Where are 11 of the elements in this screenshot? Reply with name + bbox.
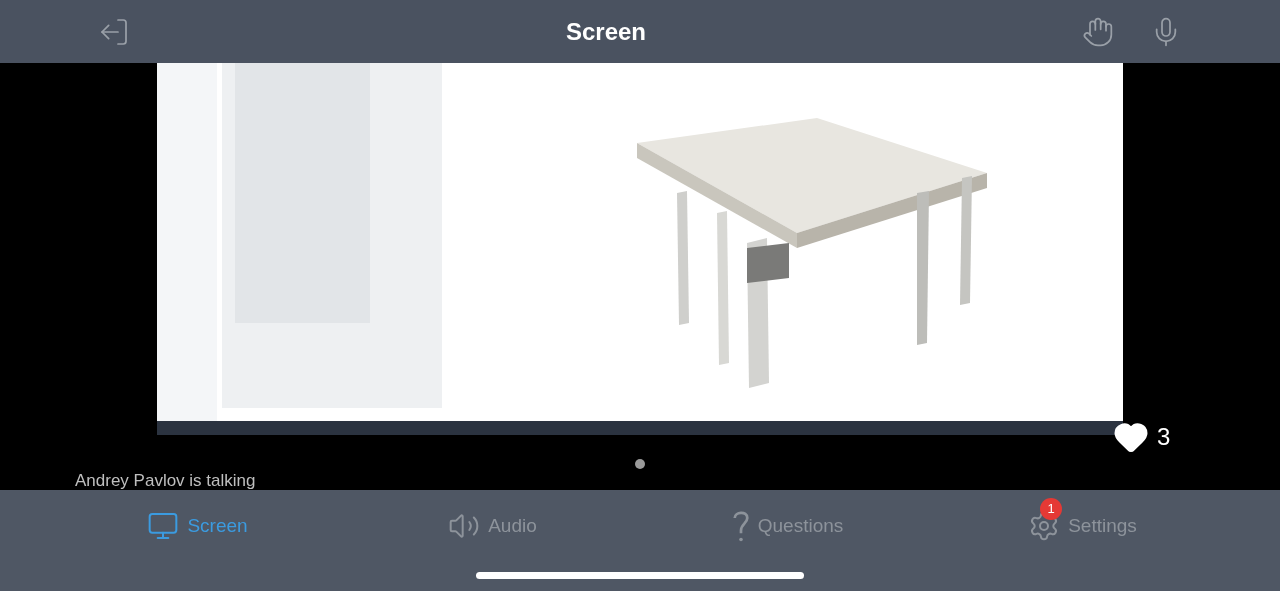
tab[interactable]: Screen bbox=[110, 494, 285, 558]
notification-badge: 1 bbox=[1040, 498, 1063, 520]
tab[interactable]: Questions bbox=[700, 492, 875, 560]
screen-title: Screen bbox=[564, 16, 648, 47]
speaker-status: Andrey Pavlov is talking bbox=[75, 470, 256, 492]
monitor-icon bbox=[147, 510, 180, 542]
like-count: 3 bbox=[1157, 422, 1171, 452]
tab[interactable]: Audio bbox=[405, 494, 580, 558]
question-mark-icon bbox=[731, 508, 750, 544]
tab[interactable]: 1 Settings bbox=[995, 494, 1170, 558]
raise-hand-icon[interactable] bbox=[1082, 15, 1114, 48]
